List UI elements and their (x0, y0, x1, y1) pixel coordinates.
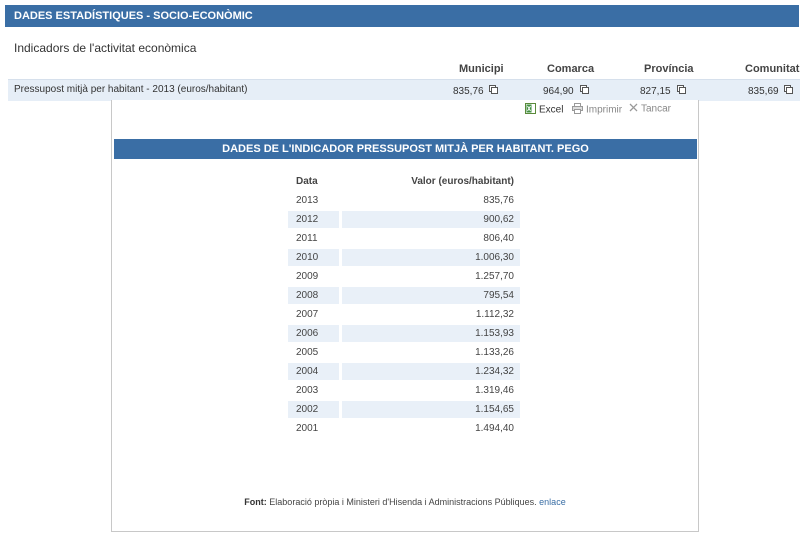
section-header: DADES ESTADÍSTIQUES - SOCIO-ECONÒMIC (5, 5, 799, 27)
row-value: 835,76 (483, 195, 514, 206)
col-head-provincia: Província (644, 63, 694, 75)
row-value: 1.133,26 (475, 347, 514, 358)
close-icon (629, 103, 638, 115)
copy-icon[interactable] (677, 85, 686, 94)
excel-icon (525, 103, 536, 117)
value-municipi: 835,76 (453, 86, 484, 97)
copy-icon[interactable] (489, 85, 498, 94)
indicator-column-headers: Municipi Comarca Província Comunitat (0, 63, 800, 77)
table-row: 2002 1.154,65 (288, 401, 520, 418)
table-row: 2013 835,76 (288, 192, 520, 209)
popup-title-text: DADES DE L'INDICADOR PRESSUPOST MITJÀ PE… (222, 143, 589, 155)
indicator-data-table: Data Valor (euros/habitant) 2013 835,76 20… (288, 171, 520, 439)
col-head-comarca: Comarca (547, 63, 595, 75)
row-date: 2001 (296, 423, 319, 434)
row-date: 2010 (288, 249, 339, 266)
col-head-municipi: Municipi (459, 63, 504, 75)
row-date: 2005 (296, 347, 319, 358)
table-row: 2005 1.133,26 (288, 344, 520, 361)
row-date: 2007 (296, 309, 319, 320)
popup-title: DADES DE L'INDICADOR PRESSUPOST MITJÀ PE… (114, 139, 697, 159)
row-date: 2009 (296, 271, 319, 282)
copy-icon[interactable] (784, 85, 793, 94)
row-value: 1.234,32 (342, 363, 520, 380)
table-row: 2011 806,40 (288, 230, 520, 247)
table-row: 2003 1.319,46 (288, 382, 520, 399)
source-label: Font: (244, 497, 267, 507)
header-date: Data (296, 176, 318, 187)
copy-icon[interactable] (580, 85, 589, 94)
indicators-title: Indicadors de l'activitat econòmica (14, 41, 197, 55)
row-date: 2002 (288, 401, 339, 418)
header-value: Valor (euros/habitant) (411, 176, 514, 187)
row-value: 1.257,70 (475, 271, 514, 282)
excel-label: Excel (539, 104, 564, 116)
row-value: 1.154,65 (342, 401, 520, 418)
col-head-comunitat: Comunitat (745, 63, 800, 75)
printer-icon (572, 103, 583, 117)
row-date: 2012 (288, 211, 339, 228)
table-row: 2008 795,54 (288, 287, 520, 304)
source-text: Elaboració pròpia i Ministeri d'Hisenda … (269, 497, 537, 507)
value-comunitat: 835,69 (748, 86, 779, 97)
row-date: 2013 (296, 195, 319, 206)
table-row: 2001 1.494,40 (288, 420, 520, 437)
table-row: 2004 1.234,32 (288, 363, 520, 380)
row-value: 1.319,46 (475, 385, 514, 396)
row-value: 1.112,32 (475, 309, 514, 320)
section-header-title: DADES ESTADÍSTIQUES - SOCIO-ECONÒMIC (14, 10, 253, 22)
table-row: 2006 1.153,93 (288, 325, 520, 342)
value-comarca: 964,90 (543, 86, 574, 97)
table-header-row: Data Valor (euros/habitant) (288, 173, 520, 190)
row-value: 806,40 (483, 233, 514, 244)
table-row: 2010 1.006,30 (288, 249, 520, 266)
row-value: 1.494,40 (475, 423, 514, 434)
table-row: 2012 900,62 (288, 211, 520, 228)
indicator-label: Pressupost mitjà per habitant - 2013 (eu… (14, 84, 248, 95)
table-row: 2009 1.257,70 (288, 268, 520, 285)
row-date: 2008 (288, 287, 339, 304)
value-provincia: 827,15 (640, 86, 671, 97)
close-label: Tancar (641, 103, 672, 115)
print-button[interactable]: Imprimir (572, 103, 622, 117)
row-date: 2011 (296, 233, 318, 244)
row-value: 1.153,93 (342, 325, 520, 342)
indicator-row[interactable]: Pressupost mitjà per habitant - 2013 (eu… (8, 79, 800, 101)
row-value: 1.006,30 (342, 249, 520, 266)
row-date: 2004 (288, 363, 339, 380)
source-link[interactable]: enlace (539, 497, 566, 507)
row-date: 2003 (296, 385, 319, 396)
table-row: 2007 1.112,32 (288, 306, 520, 323)
row-value: 900,62 (342, 211, 520, 228)
row-value: 795,54 (342, 287, 520, 304)
excel-button[interactable]: Excel (525, 103, 563, 117)
print-label: Imprimir (586, 104, 623, 116)
close-button[interactable]: Tancar (629, 103, 671, 115)
source-footer: Font: Elaboració pròpia i Ministeri d'Hi… (111, 497, 699, 507)
row-date: 2006 (288, 325, 339, 342)
